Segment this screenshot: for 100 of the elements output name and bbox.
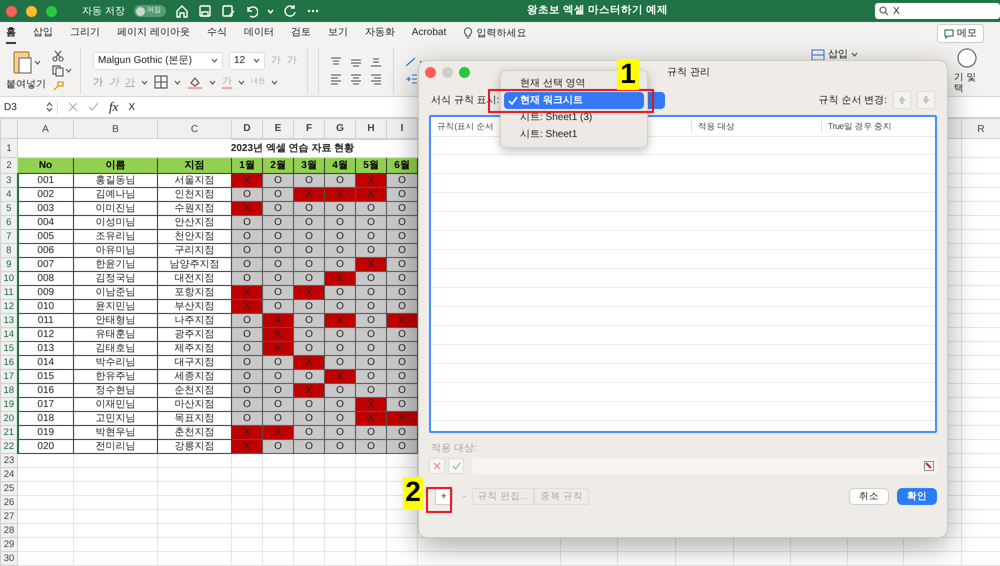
column-header[interactable]: D: [232, 118, 262, 138]
row-header[interactable]: 6: [0, 215, 18, 229]
table-cell: X: [294, 285, 324, 299]
caret-icon[interactable]: [65, 68, 72, 73]
indent-icon[interactable]: [404, 73, 418, 85]
row-header[interactable]: 16: [0, 355, 18, 369]
row-header[interactable]: 7: [0, 229, 18, 243]
cancel-range-button[interactable]: [429, 458, 445, 474]
row-header[interactable]: 29: [0, 537, 18, 551]
name-box[interactable]: D3: [4, 100, 17, 114]
function-button[interactable]: fx: [109, 97, 118, 117]
insert-cells-icon[interactable]: [811, 48, 825, 60]
align-center-icon[interactable]: [349, 73, 363, 85]
caret-icon[interactable]: [141, 80, 148, 84]
caret-icon[interactable]: [238, 80, 245, 84]
copy-icon[interactable]: [52, 64, 64, 76]
ribbon-tab[interactable]: 페이지 레이아웃: [117, 23, 190, 44]
caret-icon[interactable]: [271, 80, 278, 84]
search-field[interactable]: X: [875, 3, 1000, 19]
row-header[interactable]: 14: [0, 327, 18, 341]
ribbon-tab[interactable]: 삽입: [33, 23, 53, 44]
row-header[interactable]: 3: [0, 173, 18, 187]
row-header[interactable]: 2: [0, 157, 18, 173]
row-header[interactable]: 13: [0, 313, 18, 327]
row-header[interactable]: 1: [0, 138, 18, 157]
row-header[interactable]: 23: [0, 453, 18, 467]
close-dialog-button[interactable]: [425, 66, 436, 78]
row-header[interactable]: 9: [0, 257, 18, 271]
ribbon-tab[interactable]: 검토: [290, 23, 311, 44]
row-header[interactable]: 26: [0, 495, 18, 509]
caret-icon[interactable]: [253, 58, 260, 63]
column-header[interactable]: H: [356, 118, 386, 138]
row-header[interactable]: 19: [0, 397, 18, 411]
ribbon-tab[interactable]: Acrobat: [412, 23, 446, 44]
orientation-icon[interactable]: [404, 56, 418, 68]
row-header[interactable]: 25: [0, 481, 18, 495]
applies-to-field[interactable]: [472, 458, 937, 474]
row-header[interactable]: 24: [0, 467, 18, 481]
row-header[interactable]: 22: [0, 439, 18, 453]
ribbon-tab[interactable]: 데이터: [244, 23, 274, 44]
home-icon[interactable]: [174, 4, 189, 18]
ok-button[interactable]: 확인: [897, 488, 937, 505]
column-header[interactable]: C: [158, 118, 232, 138]
font-name-dropdown[interactable]: Malgun Gothic (본문): [93, 52, 223, 70]
minimize-window-button[interactable]: [26, 6, 37, 16]
caret-icon[interactable]: [209, 80, 216, 84]
font-size-dropdown[interactable]: 12: [229, 52, 265, 70]
row-header[interactable]: 30: [0, 551, 18, 565]
borders-icon[interactable]: [154, 75, 168, 89]
save-icon[interactable]: [198, 4, 212, 18]
caret-icon[interactable]: [851, 52, 858, 57]
table-cell: X: [232, 201, 262, 215]
zoom-window-button[interactable]: [46, 6, 57, 16]
column-header[interactable]: B: [74, 118, 158, 138]
column-header[interactable]: G: [324, 118, 356, 138]
column-header[interactable]: F: [294, 118, 324, 138]
column-header[interactable]: A: [18, 118, 74, 138]
menu-item[interactable]: 시트: Sheet1: [504, 126, 582, 143]
row-header[interactable]: 27: [0, 509, 18, 523]
caret-icon[interactable]: [211, 58, 218, 63]
align-left-icon[interactable]: [329, 73, 343, 85]
column-header[interactable]: E: [262, 118, 294, 138]
row-header[interactable]: 28: [0, 523, 18, 537]
stepper-icon[interactable]: [46, 102, 53, 112]
menu-item[interactable]: 현재 선택 영역: [504, 75, 590, 92]
column-header[interactable]: R: [962, 118, 1000, 138]
formula-field[interactable]: X: [128, 100, 136, 114]
caret-icon[interactable]: [174, 80, 181, 84]
scissors-icon[interactable]: [52, 50, 64, 62]
align-bottom-icon[interactable]: [369, 56, 383, 68]
tell-me-field[interactable]: 입력하세요: [476, 26, 526, 41]
ribbon-tab[interactable]: 자동화: [364, 23, 395, 44]
row-header[interactable]: 8: [0, 243, 18, 257]
column-header[interactable]: I: [386, 118, 418, 138]
memo-button[interactable]: 메모: [937, 24, 984, 43]
save-as-icon[interactable]: [220, 4, 235, 18]
fill-color-icon[interactable]: [187, 75, 203, 89]
cancel-button[interactable]: 취소: [849, 488, 889, 505]
menu-item[interactable]: 현재 워크시트: [504, 92, 644, 109]
caret-icon[interactable]: [34, 60, 41, 64]
align-right-icon[interactable]: [369, 73, 383, 85]
clipboard-icon[interactable]: [11, 49, 33, 75]
row-header[interactable]: 12: [0, 299, 18, 313]
redo-icon[interactable]: [282, 4, 297, 18]
row-header[interactable]: 10: [0, 271, 18, 285]
range-picker-icon[interactable]: [924, 461, 934, 471]
row-header[interactable]: 21: [0, 425, 18, 439]
ribbon-tab[interactable]: 그리기: [70, 23, 100, 44]
table-cell: X: [324, 369, 356, 383]
row-header[interactable]: 4: [0, 187, 18, 201]
row-header[interactable]: 5: [0, 201, 18, 215]
check-icon: [452, 462, 460, 470]
ribbon-tab[interactable]: 보기: [328, 23, 348, 44]
ribbon-tab[interactable]: 수식: [206, 23, 227, 44]
row-header[interactable]: 11: [0, 285, 18, 299]
row-header[interactable]: 15: [0, 341, 18, 355]
table-cell: O: [294, 411, 324, 425]
row-header[interactable]: 20: [0, 411, 18, 425]
row-header[interactable]: 18: [0, 383, 18, 397]
row-header[interactable]: 17: [0, 369, 18, 383]
